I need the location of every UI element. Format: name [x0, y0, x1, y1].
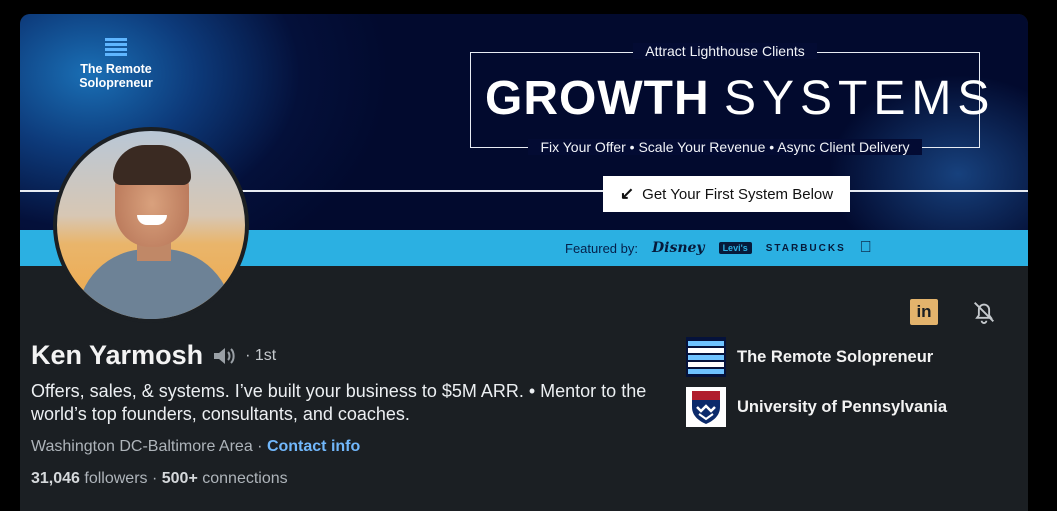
location-row: Washington DC-Baltimore Area · Contact i… [31, 438, 361, 455]
contact-info-link[interactable]: Contact info [267, 438, 360, 455]
upenn-shield-icon [686, 387, 726, 427]
brand-name: The Remote Solopreneur [79, 62, 153, 90]
org-name: University of Pennsylvania [737, 397, 947, 416]
speaker-icon[interactable] [211, 345, 237, 367]
tagline-bottom: Fix Your Offer • Scale Your Revenue • As… [528, 139, 922, 155]
org-item-remote-solopreneur[interactable]: The Remote Solopreneur [686, 337, 947, 377]
location-text: Washington DC-Baltimore Area [31, 438, 253, 455]
avatar[interactable] [53, 127, 249, 323]
arrow-down-left-icon: ↙ [619, 184, 635, 203]
cta-button[interactable]: ↙ Get Your First System Below [603, 176, 850, 212]
apple-logo-icon:  [860, 239, 872, 257]
org-name: The Remote Solopreneur [737, 347, 934, 366]
followers-count: 31,046 [31, 470, 80, 487]
linkedin-icon[interactable]: in [910, 299, 938, 325]
profile-name: Ken Yarmosh [31, 340, 204, 370]
bell-off-icon[interactable] [970, 298, 998, 326]
name-row: Ken Yarmosh · 1st [31, 340, 276, 371]
remote-solopreneur-logo-icon [686, 337, 726, 377]
starbucks-logo: STARBUCKS [765, 242, 846, 254]
cta-label: Get Your First System Below [642, 185, 834, 203]
brand-logo: The Remote Solopreneur [56, 38, 176, 90]
profile-headline: Offers, sales, & systems. I’ve built you… [31, 381, 647, 424]
disney-logo: Disney [652, 240, 705, 256]
connections-label[interactable]: connections [202, 470, 287, 487]
org-item-upenn[interactable]: University of Pennsylvania [686, 387, 947, 427]
profile-actions: in [910, 298, 998, 326]
connection-degree: · 1st [245, 346, 277, 364]
levis-logo: Levi's [718, 242, 752, 254]
banner-title-bold: GROWTH [485, 72, 710, 125]
connections-count[interactable]: 500+ [162, 470, 198, 487]
tagline-top: Attract Lighthouse Clients [633, 43, 817, 59]
brand-mark-icon [105, 38, 127, 56]
banner-title-light: SYSTEMS [723, 72, 996, 125]
followers-label: followers [84, 470, 148, 487]
featured-label: Featured by: [565, 240, 638, 256]
stats-row: 31,046 followers · 500+ connections [31, 470, 288, 487]
org-list: The Remote Solopreneur University of Pen… [686, 337, 947, 437]
banner-title: GROWTH SYSTEMS [485, 71, 995, 126]
growth-systems-frame: Attract Lighthouse Clients GROWTH SYSTEM… [470, 43, 989, 155]
